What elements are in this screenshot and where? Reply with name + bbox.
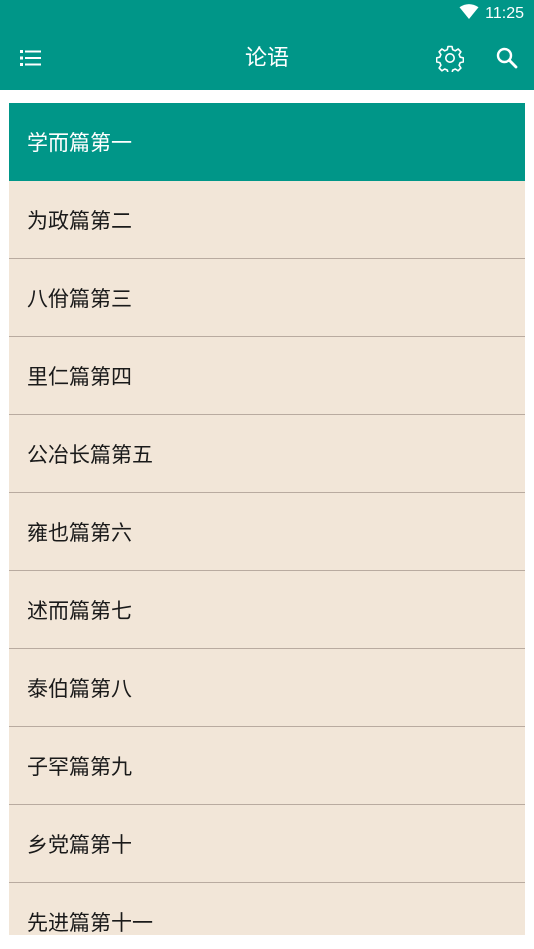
chapter-label: 子罕篇第九 [27,754,132,779]
search-button[interactable] [482,30,532,90]
chapter-label: 述而篇第七 [27,598,132,623]
chapter-label: 学而篇第一 [27,131,132,155]
search-icon [495,46,519,74]
chapter-item[interactable]: 子罕篇第九 [9,727,525,805]
chapter-item[interactable]: 述而篇第七 [9,571,525,649]
chapter-label: 公冶长篇第五 [27,442,153,467]
chapter-label: 雍也篇第六 [27,520,132,545]
status-bar: 11:25 [0,0,534,30]
chapter-item[interactable]: 里仁篇第四 [9,337,525,415]
chapter-label: 先进篇第十一 [27,910,153,935]
chapter-list[interactable]: 学而篇第一为政篇第二八佾篇第三里仁篇第四公冶长篇第五 雍也篇第六述而篇第七泰伯篇第… [9,103,525,935]
app-toolbar: 论语 [0,30,534,90]
list-icon [19,48,43,72]
chapter-item[interactable]: 公冶长篇第五 [9,415,525,493]
chapter-label: 为政篇第二 [27,208,132,233]
status-time: 11:25 [485,5,524,22]
chapter-item[interactable]: 学而篇第一 [9,103,525,181]
chapter-item[interactable]: 泰伯篇第八 [9,649,525,727]
chapter-item[interactable]: 八佾篇第三 [9,259,525,337]
chapter-item[interactable]: 乡党篇第十 [9,805,525,883]
gear-icon [435,44,465,76]
chapter-label: 乡党篇第十 [27,832,132,857]
menu-button[interactable] [6,30,56,90]
chapter-item[interactable]: 为政篇第二 [9,181,525,259]
chapter-item[interactable]: 先进篇第十一 [9,883,525,935]
chapter-label: 泰伯篇第八 [27,676,132,701]
chapter-label: 里仁篇第四 [27,364,132,389]
chapter-item[interactable]: 雍也篇第六 [9,493,525,571]
settings-button[interactable] [425,30,475,90]
wifi-icon [459,4,479,24]
chapter-label: 八佾篇第三 [27,286,132,311]
